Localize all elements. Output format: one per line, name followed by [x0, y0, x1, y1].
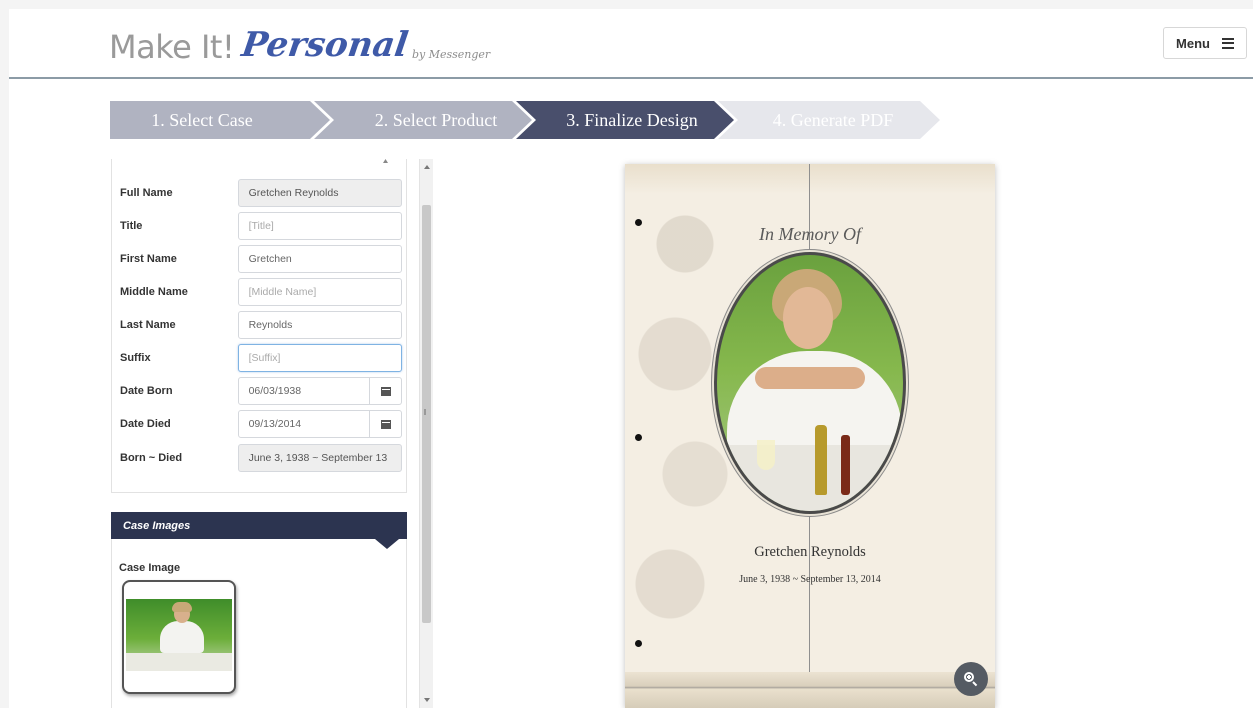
zoom-button[interactable] — [954, 662, 988, 696]
case-image-photo — [126, 599, 232, 671]
preview-heading: In Memory Of — [759, 224, 861, 244]
scroll-down-arrow-icon[interactable] — [424, 698, 430, 702]
case-image-label: Case Image — [119, 562, 181, 574]
field-row-date-died: Date Died 09/13/2014 — [120, 410, 402, 438]
scroll-grip-icon — [424, 409, 426, 415]
middle-name-label: Middle Name — [120, 286, 188, 298]
wizard-steps: 1. Select Case 2. Select Product 3. Fina… — [110, 101, 940, 139]
step-finalize-design[interactable]: 3. Finalize Design — [516, 101, 734, 139]
scroll-up-arrow-icon[interactable] — [424, 165, 430, 169]
suffix-field[interactable]: [Suffix] — [237, 344, 402, 372]
field-row-first-name: First Name Gretchen — [120, 245, 402, 273]
first-name-field[interactable]: Gretchen — [237, 245, 402, 273]
logo-text-personal: Personal — [239, 25, 411, 65]
punch-hole — [635, 434, 642, 441]
logo-text-make: Make It! — [109, 28, 235, 66]
step-select-product[interactable]: 2. Select Product — [314, 101, 532, 139]
case-image-thumbnail[interactable] — [122, 580, 236, 694]
field-row-born-died: Born ~ Died June 3, 1938 ~ September 13 — [120, 444, 402, 472]
form-scrollbar[interactable] — [419, 159, 433, 708]
last-name-label: Last Name — [120, 319, 176, 331]
app-header: Make It! Personal by Messenger Menu — [9, 9, 1253, 79]
last-name-field[interactable]: Reynolds — [237, 311, 402, 339]
step-label: 4. Generate PDF — [772, 109, 894, 130]
born-died-label: Born ~ Died — [120, 452, 183, 464]
field-row-middle-name: Middle Name [Middle Name] — [120, 278, 402, 306]
preview-name: Gretchen Reynolds — [754, 544, 866, 560]
full-name-label: Full Name — [120, 187, 173, 199]
title-field[interactable]: [Title] — [237, 212, 402, 240]
date-died-field[interactable]: 09/13/2014 — [237, 410, 371, 438]
step-label: 2. Select Product — [374, 109, 498, 130]
field-row-date-born: Date Born 06/03/1938 — [120, 377, 402, 405]
case-images-title: Case Images — [123, 519, 191, 532]
date-born-calendar-button[interactable] — [370, 377, 402, 405]
first-name-label: First Name — [120, 253, 177, 265]
field-row-title: Title [Title] — [120, 212, 402, 240]
app-frame: Make It! Personal by Messenger Menu 1. S… — [9, 9, 1253, 708]
step-label: 3. Finalize Design — [566, 109, 698, 130]
calendar-icon — [380, 386, 391, 396]
logo-text-by: by Messenger — [411, 48, 491, 61]
hamburger-icon — [1221, 37, 1234, 49]
step-label: 1. Select Case — [151, 109, 253, 130]
step-generate-pdf[interactable]: 4. Generate PDF — [718, 101, 940, 139]
suffix-label: Suffix — [120, 352, 151, 364]
design-preview: In Memory Of Gretchen Reynolds June 3, 1… — [625, 164, 995, 708]
preview-dates: June 3, 1938 ~ September 13, 2014 — [739, 574, 881, 585]
title-label: Title — [120, 220, 143, 232]
brand-logo[interactable]: Make It! Personal by Messenger — [109, 21, 490, 67]
preview-bottom-border — [625, 672, 995, 708]
case-details-panel: Full Name Gretchen Reynolds Title [Title… — [111, 159, 407, 493]
memorial-photo — [714, 252, 906, 514]
born-died-field: June 3, 1938 ~ September 13 — [237, 444, 402, 472]
date-born-label: Date Born — [120, 385, 173, 397]
case-images-header[interactable]: Case Images — [111, 512, 407, 549]
date-died-calendar-button[interactable] — [370, 410, 402, 438]
step-select-case[interactable]: 1. Select Case — [110, 101, 330, 139]
menu-button[interactable]: Menu — [1163, 27, 1247, 59]
full-name-field: Gretchen Reynolds — [237, 179, 402, 207]
field-row-last-name: Last Name Reynolds — [120, 311, 402, 339]
field-row-suffix: Suffix [Suffix] — [120, 344, 402, 372]
field-row-full-name: Full Name Gretchen Reynolds — [120, 179, 402, 207]
menu-button-label: Menu — [1176, 35, 1210, 51]
date-died-label: Date Died — [120, 418, 171, 430]
calendar-icon — [380, 419, 391, 429]
zoom-in-icon — [964, 672, 978, 687]
middle-name-field[interactable]: [Middle Name] — [237, 278, 402, 306]
date-born-field[interactable]: 06/03/1938 — [237, 377, 371, 405]
punch-hole — [635, 640, 642, 647]
